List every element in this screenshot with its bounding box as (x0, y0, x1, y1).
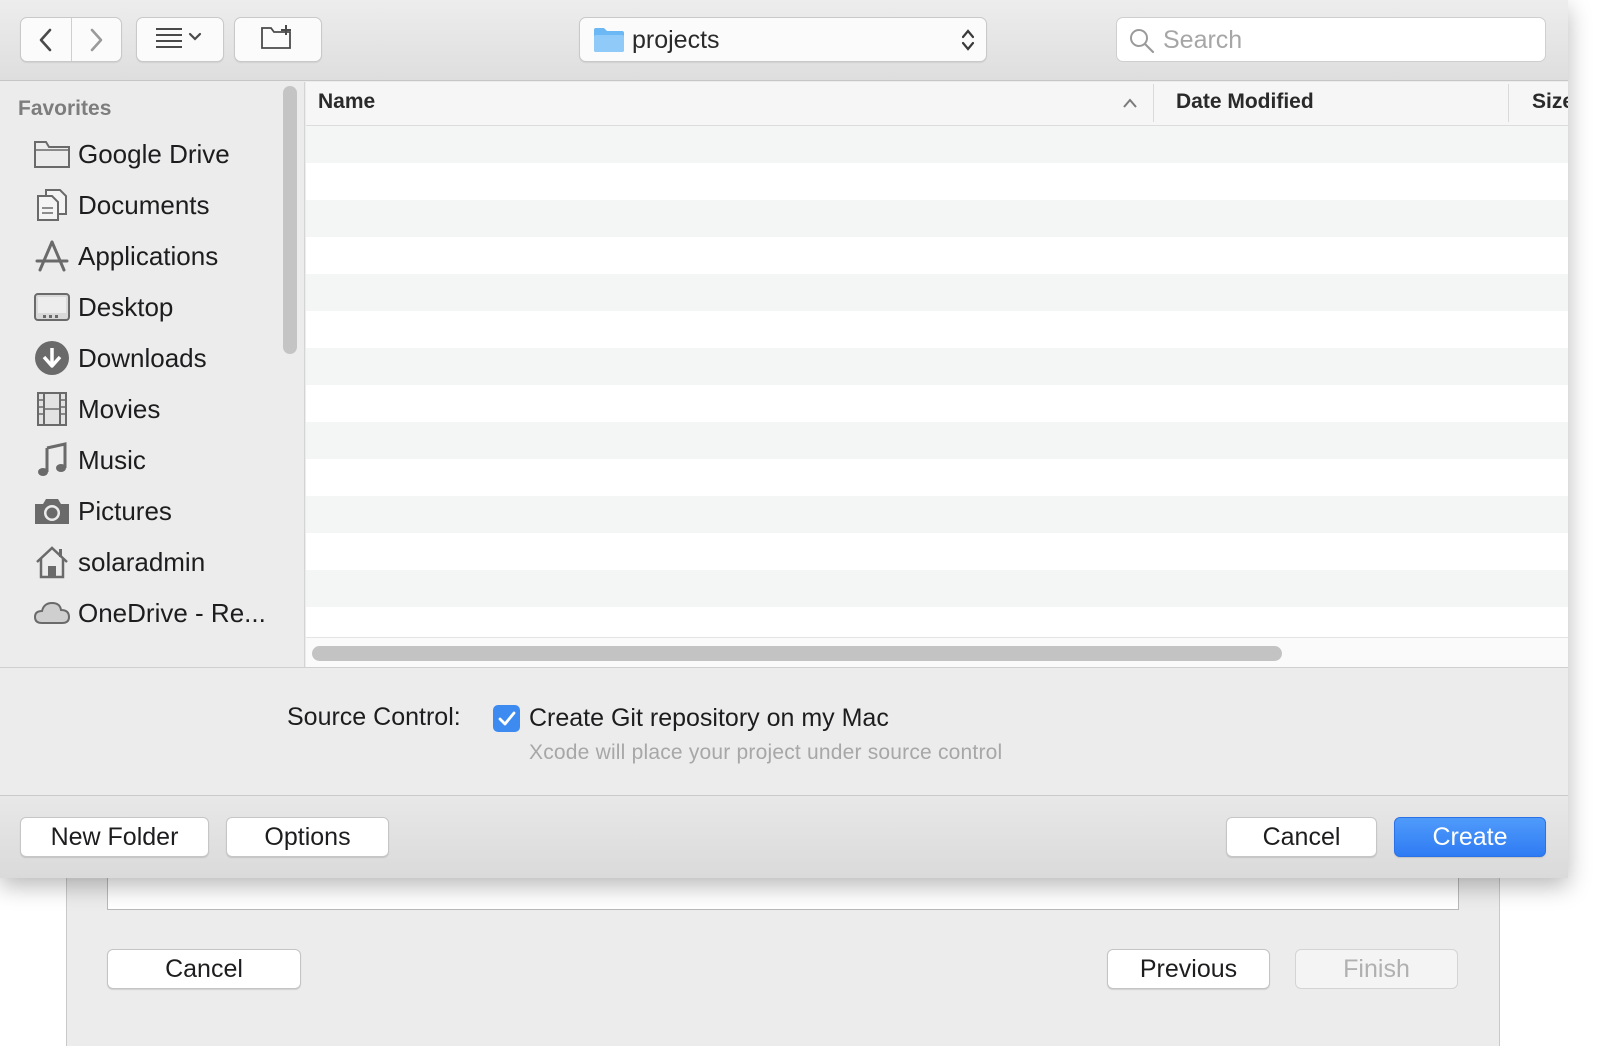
list-item (306, 126, 1568, 163)
list-item (306, 533, 1568, 570)
sidebar-scrollbar[interactable] (283, 86, 297, 354)
camera-icon (30, 491, 74, 531)
create-button[interactable]: Create (1394, 817, 1546, 857)
music-icon (30, 440, 74, 480)
list-item (306, 385, 1568, 422)
new-folder-icon (260, 23, 296, 56)
horizontal-scrollbar[interactable] (306, 637, 1568, 667)
list-item (306, 200, 1568, 237)
sidebar-heading-favorites: Favorites (18, 97, 112, 120)
view-options-button[interactable] (136, 17, 224, 62)
sidebar-item-desktop[interactable]: Desktop (30, 284, 280, 330)
assistant-finish-button: Finish (1295, 949, 1458, 989)
sidebar-item-downloads[interactable]: Downloads (30, 335, 280, 381)
list-item (306, 348, 1568, 385)
assistant-cancel-button[interactable]: Cancel (107, 949, 301, 989)
sidebar-item-google-drive[interactable]: Google Drive (30, 131, 280, 177)
sidebar-item-onedrive[interactable]: OneDrive - Re... (30, 590, 280, 636)
chevron-left-icon[interactable] (35, 27, 57, 58)
new-folder-toolbar-button[interactable] (234, 17, 322, 62)
list-item (306, 459, 1568, 496)
sort-ascending-icon (1122, 96, 1138, 114)
folder-icon (593, 27, 625, 58)
source-control-panel: Source Control: Create Git repository on… (0, 667, 1568, 795)
save-sheet: projects Search Favorites Google Drive D… (0, 0, 1568, 878)
location-popup[interactable]: projects (579, 17, 987, 62)
sidebar-item-solaradmin[interactable]: solaradmin (30, 539, 280, 585)
source-control-hint: Xcode will place your project under sour… (529, 741, 1003, 764)
documents-icon (30, 185, 74, 225)
options-button[interactable]: Options (226, 817, 389, 857)
list-item (306, 274, 1568, 311)
location-label: projects (632, 26, 720, 54)
cancel-button[interactable]: Cancel (1226, 817, 1377, 857)
search-input[interactable]: Search (1116, 17, 1546, 62)
sidebar-item-movies[interactable]: Movies (30, 386, 280, 432)
popup-arrows-icon (960, 27, 976, 58)
assistant-previous-button[interactable]: Previous (1107, 949, 1270, 989)
list-item (306, 496, 1568, 533)
list-item (306, 311, 1568, 348)
create-git-repo-checkbox[interactable] (493, 705, 520, 732)
cloud-icon (30, 593, 74, 633)
downloads-icon (30, 338, 74, 378)
column-header-size[interactable]: Size (1532, 90, 1568, 114)
home-icon (30, 542, 74, 582)
sidebar-item-documents[interactable]: Documents (30, 182, 280, 228)
sidebar-item-music[interactable]: Music (30, 437, 280, 483)
list-view-icon (152, 25, 208, 54)
back-forward-control (20, 17, 122, 62)
chevron-right-icon[interactable] (85, 27, 107, 58)
folder-icon (30, 134, 74, 174)
column-header-name[interactable]: Name (318, 90, 375, 114)
sheet-toolbar: projects Search (0, 0, 1568, 81)
sidebar-item-applications[interactable]: Applications (30, 233, 280, 279)
list-item (306, 237, 1568, 274)
sidebar-item-pictures[interactable]: Pictures (30, 488, 280, 534)
list-item (306, 570, 1568, 607)
column-header-date-modified[interactable]: Date Modified (1176, 90, 1314, 114)
list-item (306, 163, 1568, 200)
applications-icon (30, 236, 74, 276)
movies-icon (30, 389, 74, 429)
project-assistant-window: Cancel Previous Finish (66, 860, 1500, 1046)
search-icon (1129, 28, 1155, 59)
checkmark-icon (498, 711, 515, 725)
search-placeholder: Search (1163, 26, 1243, 54)
list-item (306, 422, 1568, 459)
source-control-label: Source Control: (287, 703, 461, 731)
file-rows (306, 126, 1568, 644)
sidebar: Favorites Google Drive Documents Applica… (0, 82, 305, 667)
horizontal-scroll-thumb[interactable] (312, 646, 1282, 661)
file-browser: Name Date Modified Size (306, 82, 1568, 667)
create-git-repo-label[interactable]: Create Git repository on my Mac (529, 704, 889, 733)
sheet-button-bar: New Folder Options Cancel Create (0, 795, 1568, 878)
desktop-icon (30, 287, 74, 327)
new-folder-button[interactable]: New Folder (20, 817, 209, 857)
column-header-bar: Name Date Modified Size (306, 82, 1568, 126)
